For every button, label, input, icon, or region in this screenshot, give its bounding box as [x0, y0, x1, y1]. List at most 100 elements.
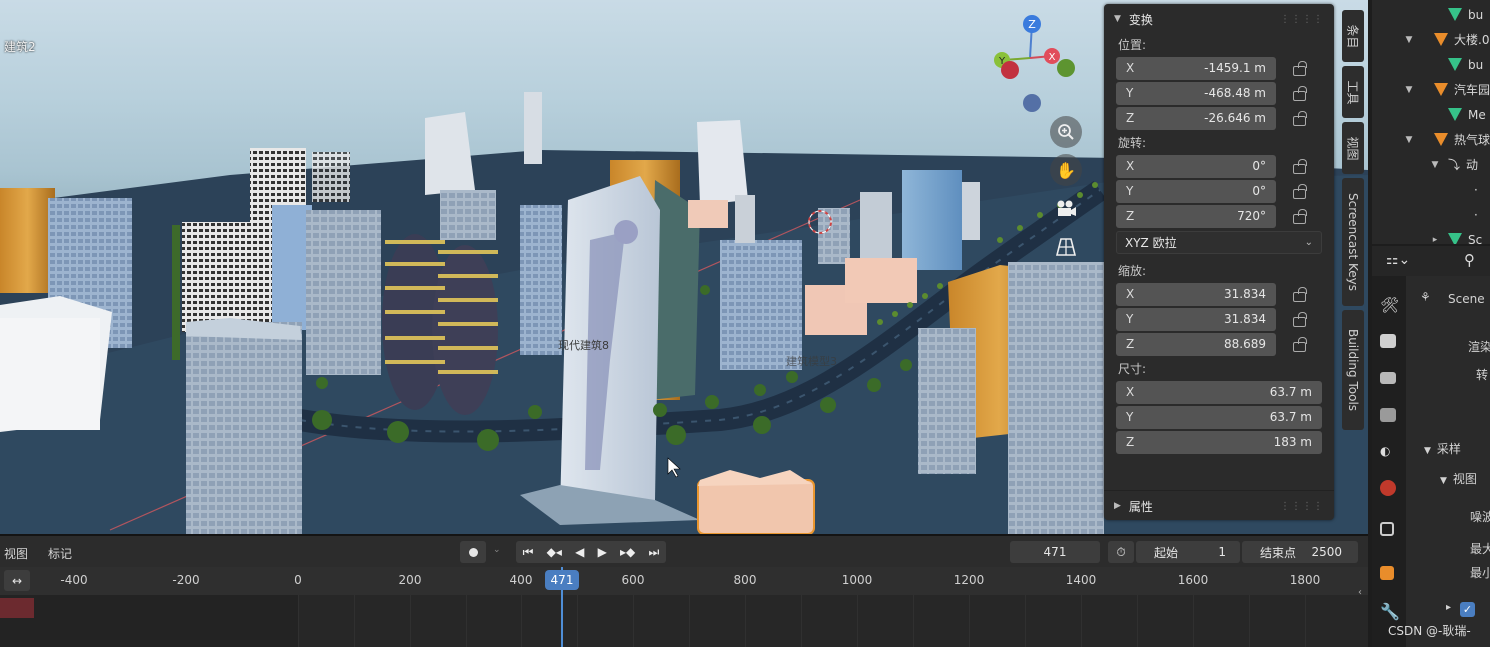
lock-icon[interactable] — [1290, 61, 1308, 76]
jump-start-icon[interactable]: ⏮ — [523, 545, 534, 560]
lock-icon[interactable] — [1290, 111, 1308, 126]
axis-gizmo[interactable]: Z X Y — [982, 12, 1082, 112]
timeline-marker-menu[interactable]: 标记 — [48, 545, 72, 562]
render-engine-label: 渲染 — [1468, 340, 1490, 354]
grid-line — [1249, 595, 1250, 647]
end-frame-field[interactable]: 结束点 2500 — [1242, 541, 1358, 563]
drag-grip-icon[interactable]: ⋮⋮⋮⋮ — [1280, 501, 1324, 512]
end-value: 2500 — [1311, 545, 1342, 559]
location-y-field[interactable]: Y -468.48 m — [1116, 81, 1276, 105]
lock-icon[interactable] — [1290, 184, 1308, 199]
grid-line — [1025, 595, 1026, 647]
timeline-view-menu[interactable]: 视图 — [4, 545, 28, 562]
chevron-down-icon[interactable]: ▼ — [1402, 35, 1416, 45]
viewport-object-label: 建筑2 — [4, 40, 36, 54]
scale-x-field[interactable]: X 31.834 — [1116, 282, 1276, 306]
prev-keyframe-icon[interactable]: ◆◂ — [547, 545, 562, 559]
enable-checkbox[interactable]: ✓ — [1460, 602, 1475, 617]
dimensions-x-field[interactable]: X 63.7 m — [1116, 380, 1322, 404]
dimensions-z-field[interactable]: Z 183 m — [1116, 430, 1322, 454]
view-layer-icon[interactable] — [1380, 408, 1396, 422]
outliner-row[interactable]: ▼ 大楼.0 — [1372, 27, 1490, 52]
lock-icon[interactable] — [1290, 209, 1308, 224]
pan-hand-icon[interactable]: ✋ — [1050, 154, 1082, 186]
scale-y-field[interactable]: Y 31.834 — [1116, 307, 1276, 331]
chevron-right-icon[interactable]: ▸ — [1428, 235, 1442, 245]
world-icon[interactable] — [1380, 480, 1396, 496]
tab-item[interactable]: 条目 — [1342, 10, 1364, 62]
next-keyframe-icon[interactable]: ▸◆ — [620, 545, 635, 559]
outliner-row[interactable]: ▼ 热气球 — [1372, 127, 1490, 152]
editor-type-icon[interactable]: ⚏⌄ — [1386, 252, 1410, 268]
chevron-down-icon[interactable]: ▼ — [1402, 85, 1416, 95]
outliner-row[interactable]: bu — [1372, 52, 1490, 77]
start-frame-field[interactable]: 起始 1 — [1136, 541, 1240, 563]
chevron-down-icon[interactable]: ⌄ — [493, 545, 501, 555]
modifier-wrench-icon[interactable]: 🔧 — [1380, 602, 1400, 621]
tab-building-tools[interactable]: Building Tools — [1342, 310, 1364, 430]
properties-title: 属性 — [1128, 499, 1153, 514]
mesh-data-icon — [1448, 8, 1462, 21]
play-icon[interactable]: ▶ — [598, 545, 607, 559]
outliner-row[interactable]: ▸ Sc — [1372, 227, 1490, 244]
rotation-z-field[interactable]: Z 720° — [1116, 204, 1276, 228]
outliner-row[interactable]: bu — [1372, 2, 1490, 27]
tool-icon[interactable]: 🛠 — [1380, 296, 1399, 314]
chevron-down-icon: ⌄ — [1304, 237, 1313, 248]
tab-label: Screencast Keys — [1346, 193, 1360, 291]
swap-arrows-icon[interactable]: ↔ — [4, 570, 30, 591]
outliner-row[interactable]: ▼ 汽车园 — [1372, 77, 1490, 102]
collection-icon[interactable] — [1380, 522, 1394, 536]
timeline-tracks[interactable] — [0, 595, 1368, 647]
current-frame-field[interactable]: 471 — [1010, 541, 1100, 563]
sampling-header[interactable]: ▼ 采样 — [1424, 440, 1461, 457]
outliner-row[interactable]: · — [1372, 202, 1490, 227]
rotation-y-field[interactable]: Y 0° — [1116, 179, 1276, 203]
play-reverse-icon[interactable]: ◀ — [575, 545, 584, 559]
search-icon[interactable]: ⚲ — [1464, 251, 1475, 269]
tab-tool[interactable]: 工具 — [1342, 66, 1364, 118]
tab-screencast-keys[interactable]: Screencast Keys — [1342, 178, 1364, 306]
axis-label: X — [1126, 61, 1135, 75]
chevron-right-icon[interactable]: ▸ — [1446, 602, 1451, 613]
scene-icon[interactable]: ◐ — [1380, 444, 1398, 462]
location-z-field[interactable]: Z -26.646 m — [1116, 106, 1276, 130]
location-label: 位置: — [1118, 38, 1147, 52]
outliner-row[interactable]: · — [1372, 177, 1490, 202]
preview-range-toggle[interactable]: ⏱ — [1108, 541, 1134, 563]
camera-icon[interactable] — [1050, 192, 1082, 224]
outliner-row[interactable]: Me — [1372, 102, 1490, 127]
zoom-icon[interactable] — [1050, 116, 1082, 148]
grid-line — [913, 595, 914, 647]
output-icon[interactable] — [1380, 372, 1396, 384]
tab-view[interactable]: 视图 — [1342, 122, 1364, 174]
chevron-down-icon[interactable]: ▼ — [1428, 160, 1442, 170]
viewport-subheader[interactable]: ▼ 视图 — [1440, 470, 1477, 487]
dimensions-y-field[interactable]: Y 63.7 m — [1116, 405, 1322, 429]
timeline-ruler[interactable]: ↔ -400 -200 0 200 400 600 800 1000 1200 … — [0, 567, 1368, 598]
transform-section-header[interactable]: ▼ 变换 ⋮⋮⋮⋮ — [1104, 4, 1334, 34]
outliner-row[interactable]: ▼ ⤵ 动 — [1372, 152, 1490, 177]
drag-grip-icon[interactable]: ⋮⋮⋮⋮ — [1280, 14, 1324, 25]
rotation-mode-dropdown[interactable]: XYZ 欧拉 ⌄ — [1116, 231, 1322, 254]
lock-icon[interactable] — [1290, 287, 1308, 302]
render-icon[interactable] — [1380, 334, 1396, 348]
perspective-grid-icon[interactable] — [1050, 230, 1082, 262]
lock-icon[interactable] — [1290, 337, 1308, 352]
object-properties-icon[interactable] — [1380, 566, 1394, 580]
properties-section-header[interactable]: ▶ 属性 ⋮⋮⋮⋮ — [1104, 490, 1334, 520]
lock-icon[interactable] — [1290, 86, 1308, 101]
rotation-x-row: X 0° — [1116, 154, 1334, 178]
location-x-field[interactable]: X -1459.1 m — [1116, 56, 1276, 80]
animation-icon: ⤵ — [1448, 158, 1461, 172]
chevron-down-icon[interactable]: ▼ — [1402, 135, 1416, 145]
jump-end-icon[interactable]: ⏭ — [649, 545, 660, 560]
record-button[interactable] — [460, 541, 486, 563]
playhead-frame-badge[interactable]: 471 — [545, 570, 579, 590]
rotation-x-field[interactable]: X 0° — [1116, 154, 1276, 178]
lock-icon[interactable] — [1290, 159, 1308, 174]
field-value: 88.689 — [1224, 337, 1266, 351]
grid-line — [801, 595, 802, 647]
scale-z-field[interactable]: Z 88.689 — [1116, 332, 1276, 356]
lock-icon[interactable] — [1290, 312, 1308, 327]
